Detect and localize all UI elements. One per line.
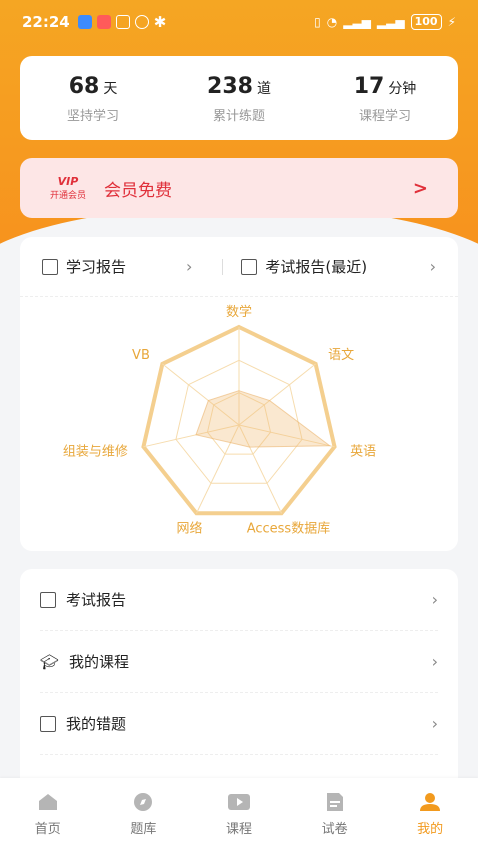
menu-card: 考试报告 › 🎓︎ 我的课程 › 我的错题 › <box>20 569 458 799</box>
bottom-tab-bar: 首页 题库 课程 试卷 我的 <box>0 778 478 850</box>
alarm-icon <box>134 15 149 29</box>
stats-card: 68 天 坚持学习 238 道 累计练题 17 分钟 课程学习 <box>20 56 458 140</box>
stat-label: 累计练题 <box>212 109 265 124</box>
menu-item-my-courses[interactable]: 🎓︎ 我的课程 › <box>40 631 438 693</box>
report-header: 学习报告 › 考试报告(最近) › <box>20 237 458 297</box>
radar-label: 组装与维修 <box>63 444 128 459</box>
menu-item-label: 考试报告 <box>66 591 127 609</box>
tab-label: 试卷 <box>321 822 348 837</box>
app-notification-icon <box>96 15 111 29</box>
tab-papers[interactable]: 试卷 <box>287 778 383 850</box>
paper-icon <box>326 793 343 811</box>
chevron-right-icon: › <box>429 257 436 276</box>
radar-label: 网络 <box>177 521 203 537</box>
graduation-cap-icon: 🎓︎ <box>40 652 60 671</box>
radar-label: 语文 <box>328 348 354 363</box>
vibrate-icon: ▯ <box>314 15 321 29</box>
status-time: 22:24 <box>22 13 70 31</box>
play-icon <box>227 794 250 810</box>
study-report-link[interactable]: 学习报告 <box>42 256 126 277</box>
person-icon <box>420 793 441 811</box>
report-icon <box>241 258 258 275</box>
exam-report-recent-link[interactable]: 考试报告(最近) <box>241 256 367 277</box>
tab-question-bank[interactable]: 题库 <box>96 778 192 850</box>
radar-label: 英语 <box>350 444 376 459</box>
chevron-right-icon: > <box>412 177 428 199</box>
signal-icon: ▂▃▅ <box>343 15 371 29</box>
menu-item-exam-report[interactable]: 考试报告 › <box>40 569 438 631</box>
status-bar: 22:24 ✱ ▯ ◔ ▂▃▅ ▂▃▅ 100 ⚡ <box>0 0 478 44</box>
menu-item-label: 我的课程 <box>69 653 130 671</box>
study-report-label: 学习报告 <box>66 258 127 276</box>
notification-icons: ✱ <box>77 13 167 31</box>
stat-number: 68 <box>68 74 100 99</box>
home-icon <box>38 794 57 810</box>
vip-title: 会员免费 <box>104 180 173 201</box>
tab-label: 题库 <box>130 822 157 837</box>
compass-icon <box>134 793 153 811</box>
signal-icon: ▂▃▅ <box>376 15 405 29</box>
exam-report-recent-label: 考试报告(最近) <box>265 258 368 276</box>
stat-questions: 238 道 累计练题 <box>166 56 312 140</box>
vip-logo: VIP 开通会员 <box>50 175 86 201</box>
wifi-icon: ◔ <box>326 15 338 29</box>
bluetooth-icon: ✱ <box>153 13 167 31</box>
tab-label: 课程 <box>225 822 252 837</box>
chevron-right-icon: › <box>431 652 438 671</box>
charging-icon: ⚡ <box>447 15 456 29</box>
report-icon <box>40 591 56 608</box>
chevron-right-icon: › <box>431 590 438 609</box>
vip-banner[interactable]: VIP 开通会员 会员免费 > <box>20 158 458 218</box>
report-card: 学习报告 › 考试报告(最近) › 数学语文英语 Access数据库 网络 组装与维修… <box>20 237 458 551</box>
tab-label: 首页 <box>34 822 61 837</box>
stat-label: 坚持学习 <box>66 109 119 124</box>
radar-label: 数学 <box>226 304 252 320</box>
radar-label: VB <box>132 348 150 363</box>
clipboard-icon <box>42 258 58 275</box>
tab-courses[interactable]: 课程 <box>191 778 287 850</box>
menu-item-label: 我的错题 <box>66 715 127 733</box>
vip-badge-sub: 开通会员 <box>50 191 87 201</box>
stat-unit: 道 <box>256 81 271 97</box>
battery-icon: 100 <box>410 14 442 30</box>
menu-item-wrong-questions[interactable]: 我的错题 › <box>40 693 438 755</box>
tab-home[interactable]: 首页 <box>0 778 96 850</box>
nfc-icon <box>115 15 130 29</box>
stat-unit: 天 <box>103 81 118 97</box>
stat-number: 17 <box>353 74 385 99</box>
tab-label: 我的 <box>417 822 444 837</box>
stat-study-days: 68 天 坚持学习 <box>20 56 166 140</box>
wrong-question-icon <box>40 715 56 732</box>
stat-number: 238 <box>207 74 253 99</box>
tab-mine[interactable]: 我的 <box>382 778 478 850</box>
stat-course-minutes: 17 分钟 课程学习 <box>312 56 458 140</box>
radar-value-area <box>195 390 332 448</box>
radar-chart: 数学语文英语 Access数据库 网络 组装与维修 VB <box>63 304 376 537</box>
stat-label: 课程学习 <box>358 109 411 124</box>
app-notification-icon <box>77 15 92 29</box>
stat-unit: 分钟 <box>388 81 417 97</box>
vip-badge: VIP <box>57 175 79 188</box>
chevron-right-icon: › <box>431 714 438 733</box>
chevron-right-icon: › <box>186 257 193 276</box>
radar-label: Access数据库 <box>247 521 331 537</box>
divider <box>222 258 224 275</box>
